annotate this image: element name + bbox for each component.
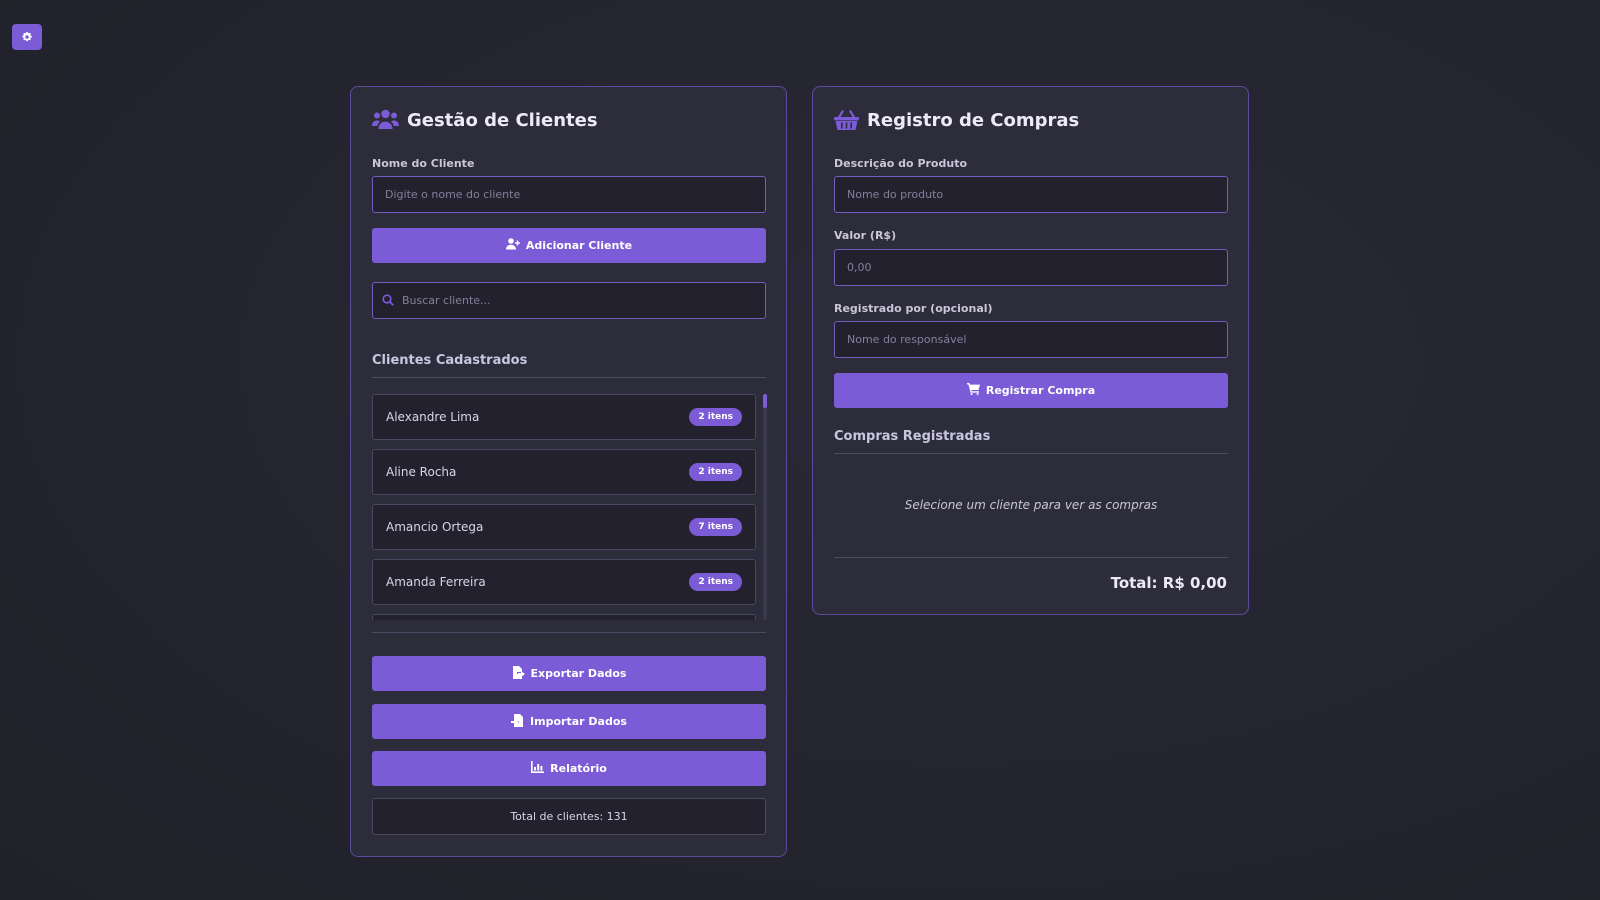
- chart-icon: [531, 761, 545, 776]
- gear-icon: [21, 28, 33, 47]
- purchases-panel: Registro de Compras Descrição do Produto…: [812, 86, 1249, 615]
- registered-clients-title: Clientes Cadastrados: [372, 353, 766, 378]
- clients-panel-title: Gestão de Clientes: [372, 109, 598, 131]
- client-list[interactable]: Alexandre Lima 2 itens Aline Rocha 2 itens A…: [372, 394, 766, 620]
- import-data-button[interactable]: Importar Dados: [372, 704, 766, 739]
- settings-button[interactable]: [12, 24, 42, 50]
- value-input[interactable]: [834, 249, 1228, 286]
- users-icon: [372, 109, 399, 131]
- registered-by-label: Registrado por (opcional): [834, 302, 993, 315]
- client-list-item-partial[interactable]: [372, 614, 756, 620]
- purchases-total-divider: [834, 557, 1228, 558]
- client-name-input[interactable]: [372, 176, 766, 213]
- client-list-item[interactable]: Alexandre Lima 2 itens: [372, 394, 756, 440]
- client-list-item[interactable]: Amancio Ortega 7 itens: [372, 504, 756, 550]
- client-name: Alexandre Lima: [386, 410, 480, 424]
- client-list-item[interactable]: Amanda Ferreira 2 itens: [372, 559, 756, 605]
- import-data-label: Importar Dados: [530, 715, 627, 728]
- client-list-item[interactable]: Aline Rocha 2 itens: [372, 449, 756, 495]
- clients-panel-title-text: Gestão de Clientes: [407, 109, 598, 131]
- add-client-label: Adicionar Cliente: [525, 239, 633, 252]
- client-items-badge: 7 itens: [689, 518, 742, 536]
- client-name-label: Nome do Cliente: [372, 157, 475, 170]
- add-client-button[interactable]: Adicionar Cliente: [372, 228, 766, 263]
- value-label: Valor (R$): [834, 229, 897, 242]
- file-import-icon: [511, 713, 524, 730]
- product-description-input[interactable]: [834, 176, 1228, 213]
- client-list-divider: [372, 632, 766, 633]
- client-items-badge: 2 itens: [689, 463, 742, 481]
- user-plus-icon: [505, 238, 520, 253]
- purchases-total: Total: R$ 0,00: [1110, 574, 1227, 592]
- export-data-button[interactable]: Exportar Dados: [372, 656, 766, 691]
- registered-purchases-title: Compras Registradas: [834, 429, 1228, 454]
- report-label: Relatório: [550, 762, 607, 775]
- client-items-badge: 2 itens: [689, 573, 742, 591]
- register-purchase-label: Registrar Compra: [985, 384, 1096, 397]
- client-items-badge: 2 itens: [689, 408, 742, 426]
- purchases-empty-message: Selecione um cliente para ver as compras: [904, 498, 1158, 512]
- clients-panel: Gestão de Clientes Nome do Cliente Adici…: [350, 86, 787, 857]
- register-purchase-button[interactable]: Registrar Compra: [834, 373, 1228, 408]
- product-description-label: Descrição do Produto: [834, 157, 968, 170]
- client-name: Amanda Ferreira: [386, 575, 486, 589]
- client-search[interactable]: [372, 282, 766, 319]
- client-name: Aline Rocha: [386, 465, 457, 479]
- file-export-icon: [512, 665, 525, 682]
- purchases-panel-title: Registro de Compras: [834, 109, 1079, 131]
- registered-by-input[interactable]: [834, 321, 1228, 358]
- report-button[interactable]: Relatório: [372, 751, 766, 786]
- purchases-panel-title-text: Registro de Compras: [867, 109, 1080, 131]
- basket-icon: [834, 109, 859, 131]
- total-clients: Total de clientes: 131: [372, 798, 766, 835]
- client-search-input[interactable]: [402, 294, 765, 307]
- client-name: Amancio Ortega: [386, 520, 484, 534]
- cart-icon: [966, 383, 980, 398]
- search-icon: [382, 291, 394, 310]
- client-list-scrollbar-thumb[interactable]: [763, 394, 767, 408]
- export-data-label: Exportar Dados: [530, 667, 627, 680]
- client-list-scrollbar[interactable]: [763, 394, 767, 620]
